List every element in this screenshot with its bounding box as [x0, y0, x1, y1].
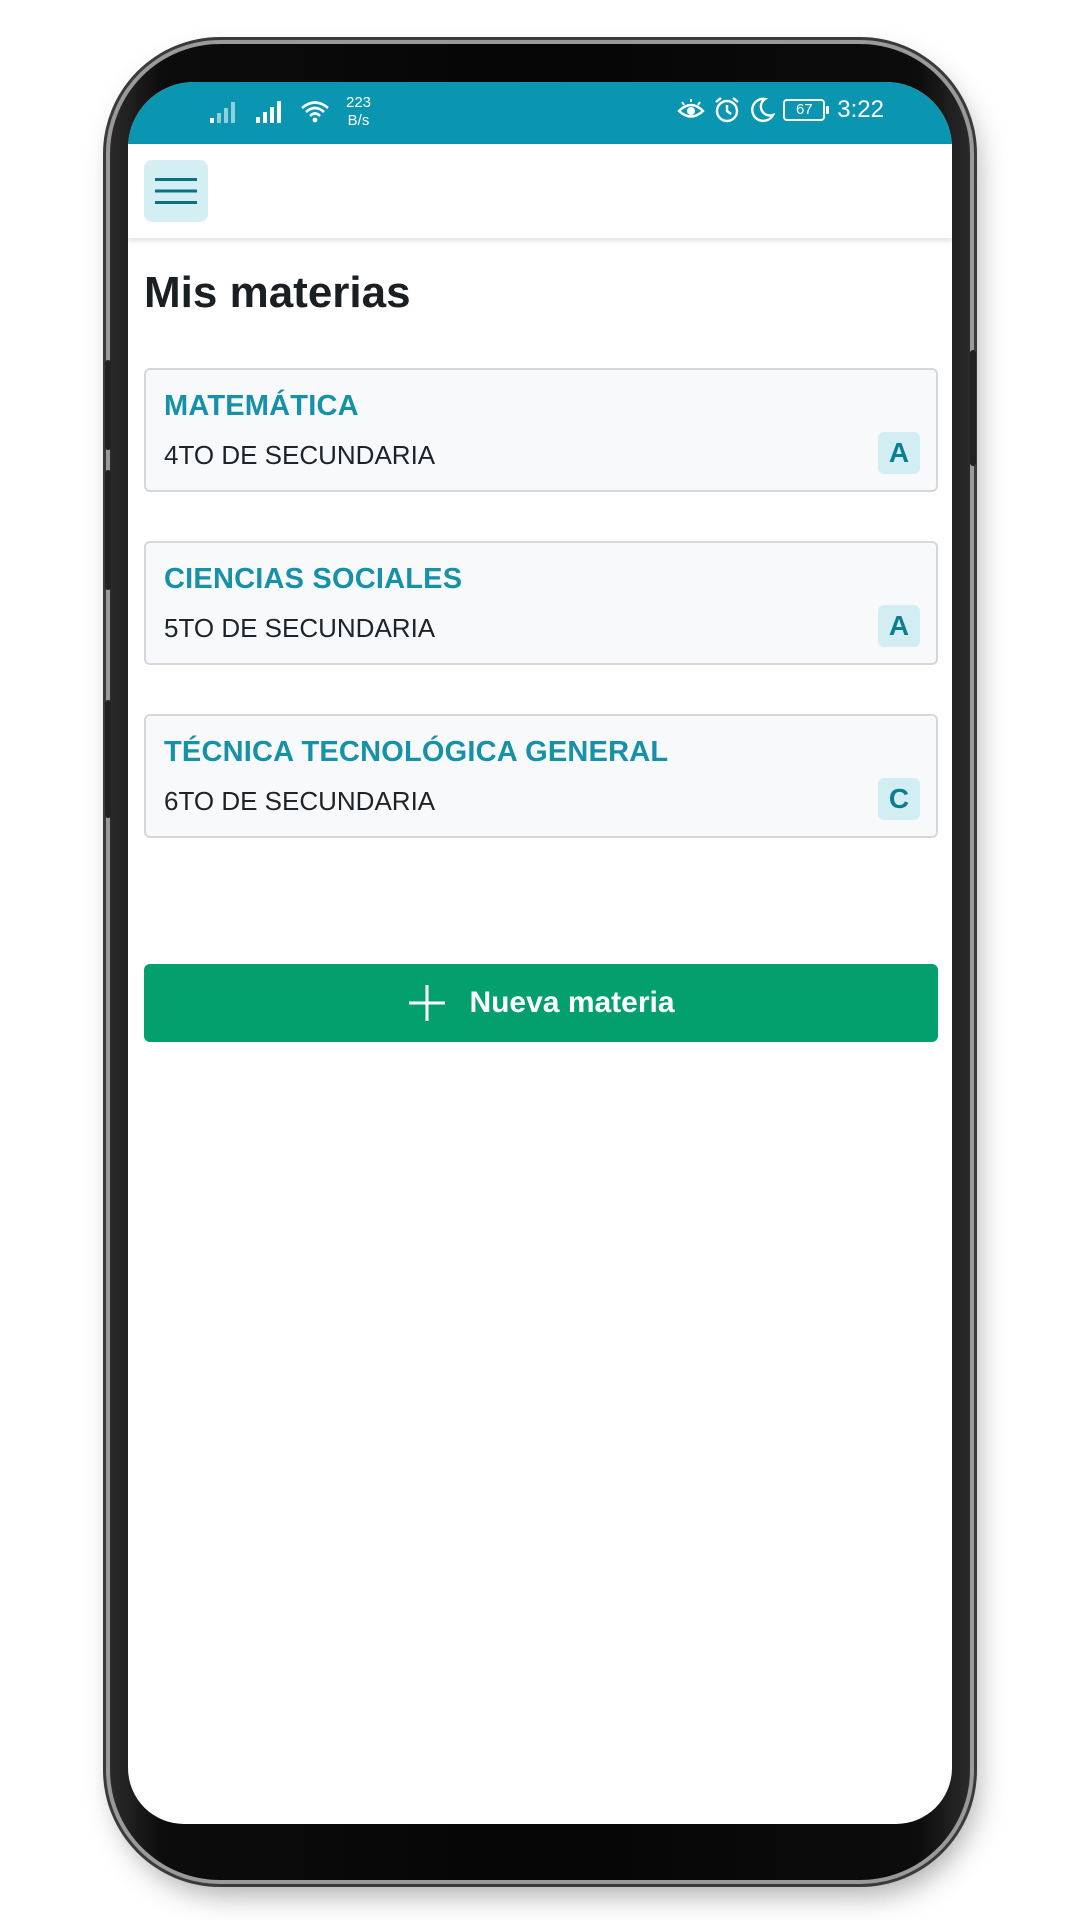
power-button [970, 350, 976, 466]
section-badge: A [878, 432, 920, 474]
wifi-icon [301, 101, 329, 123]
status-bar-left: 223 B/s [208, 94, 371, 130]
phone-screen: 223 B/s 67 3:22 Mis materias MATEMÁTICA … [128, 82, 952, 1824]
subject-card[interactable]: CIENCIAS SOCIALES 5TO DE SECUNDARIA A [144, 541, 938, 665]
battery-indicator: 67 [783, 99, 830, 121]
menu-button[interactable] [144, 160, 208, 222]
subject-name: CIENCIAS SOCIALES [164, 563, 463, 595]
network-speed-unit: B/s [347, 112, 370, 129]
subject-name: TÉCNICA TECNOLÓGICA GENERAL [164, 736, 669, 768]
do-not-disturb-moon-icon [751, 97, 776, 122]
section-badge: C [878, 778, 920, 820]
plus-icon [409, 985, 446, 1021]
subject-grade: 4TO DE SECUNDARIA [164, 440, 436, 470]
volume-down-button [105, 470, 111, 590]
subject-name: MATEMÁTICA [164, 390, 359, 422]
signal-sim2-icon [256, 101, 281, 123]
network-speed: 223 B/s [346, 94, 371, 130]
status-clock: 3:22 [837, 96, 884, 123]
page-title: Mis materias [144, 268, 411, 317]
volume-up-button [105, 360, 111, 450]
subject-grade: 6TO DE SECUNDARIA [164, 786, 436, 816]
new-subject-button-label: Nueva materia [469, 986, 675, 1019]
section-badge: A [878, 605, 920, 647]
signal-sim1-icon [210, 102, 235, 123]
new-subject-button[interactable]: Nueva materia [144, 964, 938, 1042]
app-bar [128, 144, 952, 238]
alarm-icon [715, 97, 740, 123]
network-speed-value: 223 [346, 94, 372, 111]
eye-comfort-icon [677, 99, 706, 118]
bixby-button [105, 700, 111, 818]
subject-grade: 5TO DE SECUNDARIA [164, 613, 436, 643]
hamburger-menu-icon [155, 178, 197, 204]
status-bar-right: 67 3:22 [677, 96, 884, 124]
subject-card[interactable]: TÉCNICA TECNOLÓGICA GENERAL 6TO DE SECUN… [144, 714, 938, 838]
status-bar: 223 B/s 67 3:22 [128, 82, 952, 144]
subject-card[interactable]: MATEMÁTICA 4TO DE SECUNDARIA A [144, 368, 938, 492]
device-frame: 223 B/s 67 3:22 Mis materias MATEMÁTICA … [0, 0, 1080, 1920]
